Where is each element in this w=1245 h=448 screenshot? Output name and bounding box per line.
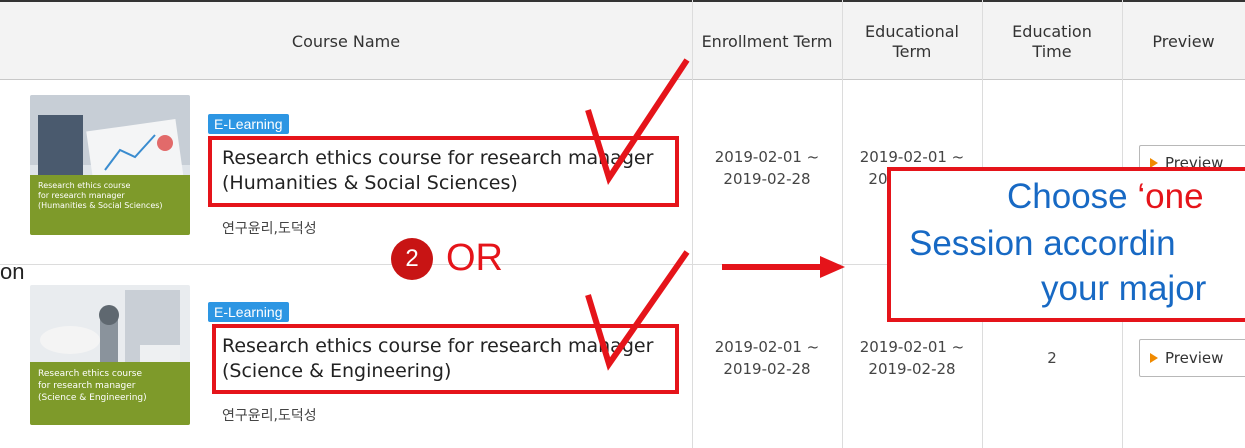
callout-line1: Choose ‘one: [1007, 177, 1204, 217]
left-edge-text: on: [0, 259, 25, 284]
instruction-callout: Choose ‘one Session accordin your major: [887, 167, 1245, 322]
callout-line1-text: Choose: [1007, 177, 1138, 216]
checkmark-icon: [585, 250, 690, 371]
callout-emphasis: ‘one: [1137, 177, 1204, 216]
arrow-right-icon: [722, 256, 845, 278]
checkmark-icon: [585, 58, 690, 185]
callout-line2: Session accordin: [909, 224, 1176, 263]
or-label: OR: [446, 237, 503, 279]
callout-line3: your major: [1041, 269, 1207, 308]
step-number-badge: 2: [391, 238, 433, 280]
